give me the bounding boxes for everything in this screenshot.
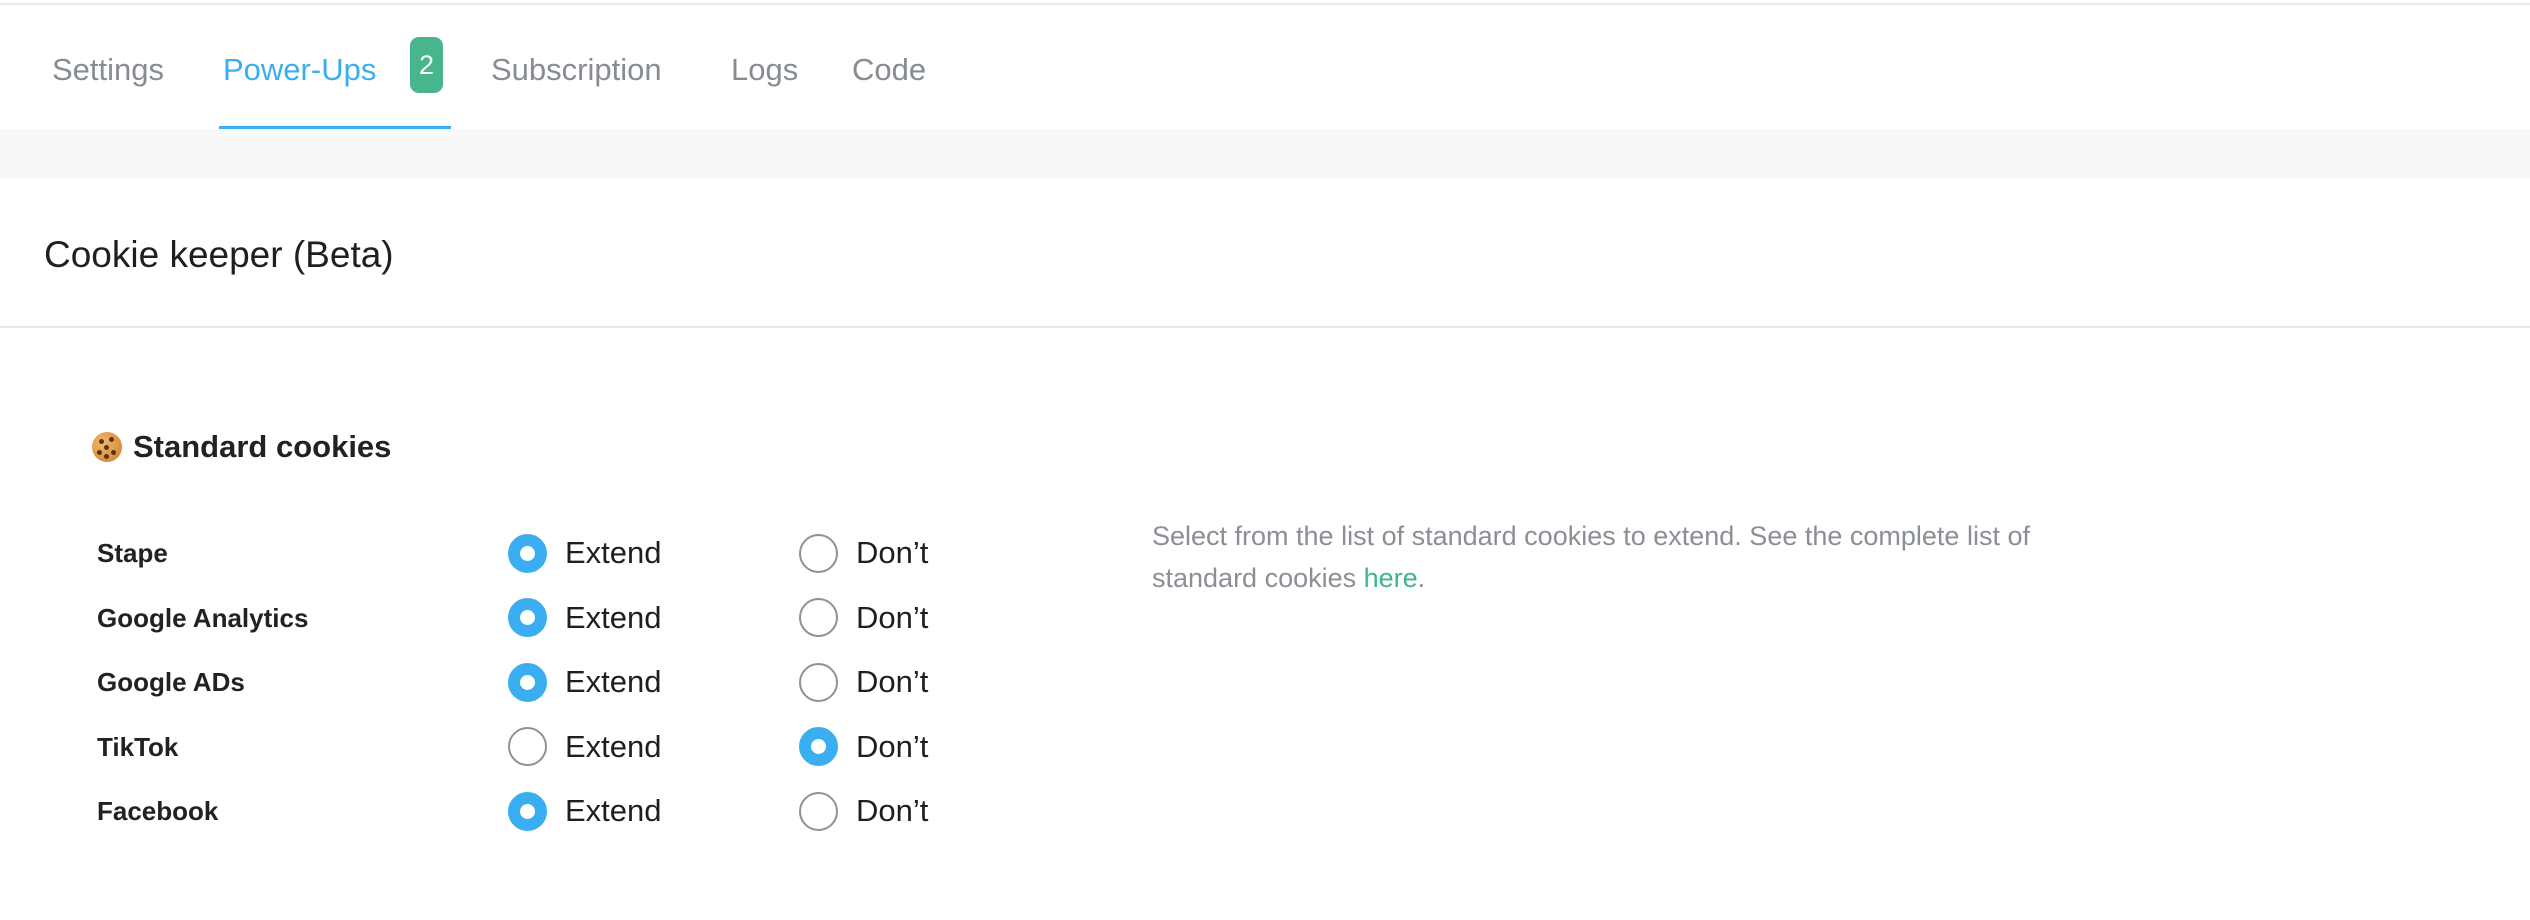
card-divider (0, 326, 2530, 328)
dont-option[interactable]: Don’t (799, 786, 928, 836)
extend-label: Extend (565, 793, 662, 828)
cookie-name: Google Analytics (97, 602, 309, 633)
help-text-end: . (1417, 563, 1426, 593)
dont-radio[interactable] (799, 662, 838, 702)
dont-label: Don’t (856, 793, 929, 828)
cookie-row: Google ADs Extend Don’t (0, 657, 1100, 707)
dont-radio[interactable] (799, 598, 838, 637)
extend-option[interactable]: Extend (508, 593, 662, 643)
section-separator (0, 129, 2530, 179)
help-text-body: Select from the list of standard cookies… (1152, 521, 2030, 593)
help-text: Select from the list of standard cookies… (1152, 515, 2072, 599)
cookie-icon (92, 432, 122, 462)
extend-option[interactable]: Extend (508, 786, 662, 836)
standard-cookies-link[interactable]: here (1364, 563, 1418, 593)
extend-radio[interactable] (508, 598, 547, 637)
extend-label: Extend (565, 535, 662, 570)
cookie-name: Facebook (97, 796, 219, 826)
extend-label: Extend (565, 599, 662, 635)
card-title: Cookie keeper (Beta) (44, 234, 394, 275)
tab-power-ups[interactable]: Power-Ups (223, 50, 376, 90)
dont-radio[interactable] (799, 533, 838, 573)
power-ups-count-badge: 2 (410, 37, 443, 93)
tab-bar: Settings Power-Ups 2 Subscription Logs C… (0, 5, 2530, 130)
cookie-row: Facebook Extend Don’t (0, 786, 1100, 836)
tab-settings[interactable]: Settings (52, 50, 164, 90)
extend-radio[interactable] (508, 662, 547, 702)
section-title: Standard cookies (133, 429, 392, 464)
extend-radio[interactable] (508, 791, 547, 831)
cookie-name: Google ADs (97, 667, 245, 697)
dont-option[interactable]: Don’t (799, 657, 928, 707)
extend-label: Extend (565, 728, 662, 764)
dont-label: Don’t (856, 599, 929, 635)
extend-option[interactable]: Extend (508, 722, 662, 772)
cookie-row: Google Analytics Extend Don’t (0, 593, 1100, 643)
cookie-keeper-card: Cookie keeper (Beta) Standard cookies St… (0, 179, 2530, 920)
dont-label: Don’t (856, 728, 929, 764)
extend-option[interactable]: Extend (508, 528, 662, 578)
cookie-row: Stape Extend Don’t (0, 528, 1100, 578)
dont-radio[interactable] (799, 727, 838, 766)
tab-code[interactable]: Code (852, 50, 926, 90)
extend-option[interactable]: Extend (508, 657, 662, 707)
cookie-name: TikTok (97, 731, 179, 762)
cookie-row: TikTok Extend Don’t (0, 722, 1100, 772)
dont-label: Don’t (856, 535, 929, 570)
cookie-name: Stape (97, 538, 168, 568)
extend-radio[interactable] (508, 533, 547, 573)
extend-radio[interactable] (508, 727, 547, 766)
tab-subscription[interactable]: Subscription (491, 50, 662, 90)
dont-option[interactable]: Don’t (799, 528, 928, 578)
tab-logs[interactable]: Logs (731, 50, 798, 90)
dont-option[interactable]: Don’t (799, 593, 928, 643)
dont-radio[interactable] (799, 791, 838, 831)
dont-label: Don’t (856, 664, 929, 699)
standard-cookies-heading: Standard cookies (92, 425, 391, 469)
extend-label: Extend (565, 664, 662, 699)
dont-option[interactable]: Don’t (799, 722, 928, 772)
